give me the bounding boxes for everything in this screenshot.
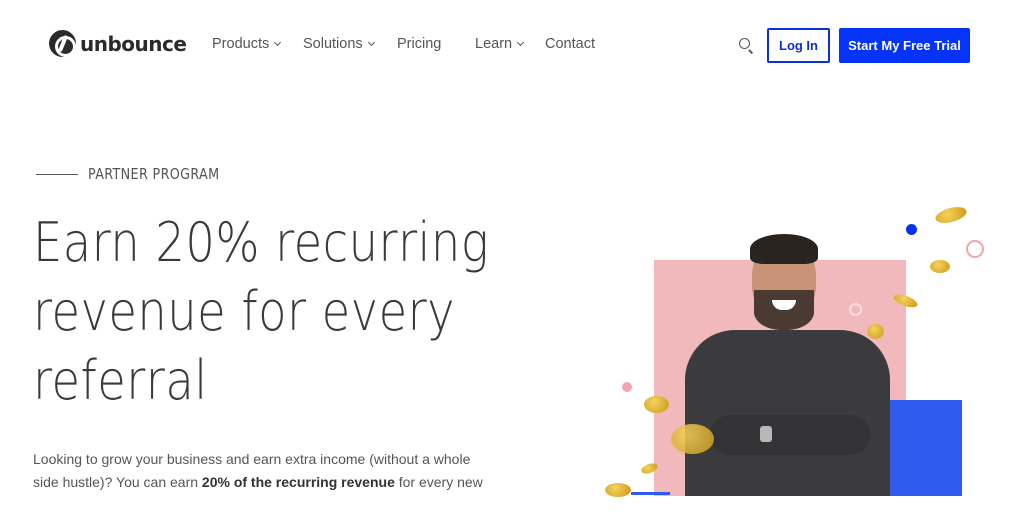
- person-hair: [750, 234, 818, 264]
- logo-text: unbounce: [80, 31, 187, 56]
- nav-learn[interactable]: Learn: [475, 36, 525, 52]
- pink-dot: [622, 382, 632, 392]
- site-header: unbounce Products Solutions Pricing Lear…: [0, 0, 1024, 92]
- chevron-down-icon: [517, 38, 525, 47]
- blue-dot: [906, 224, 917, 235]
- nav-contact[interactable]: Contact: [545, 36, 595, 52]
- description-bold: 20% of the recurring revenue: [201, 474, 395, 490]
- blue-accent-line: [631, 492, 670, 495]
- white-ring: [849, 303, 862, 316]
- person-arms: [710, 415, 870, 455]
- nav-label: Contact: [545, 36, 595, 52]
- person-beard: [754, 290, 814, 330]
- coin-icon: [605, 483, 631, 497]
- coin-icon: [671, 424, 714, 454]
- search-icon-ring: [739, 38, 750, 49]
- chevron-down-icon: [274, 38, 282, 47]
- hero-description: Looking to grow your business and earn e…: [33, 448, 493, 494]
- description-text-end: for every new: [394, 474, 483, 490]
- watch: [760, 426, 772, 442]
- headline-line: revenue for every: [33, 280, 456, 343]
- headline-line: referral: [33, 349, 208, 412]
- search-icon-handle: [748, 49, 754, 54]
- person-body: [685, 330, 890, 496]
- headline-line: Earn 20% recurring: [33, 211, 490, 274]
- start-free-trial-button[interactable]: Start My Free Trial: [839, 28, 970, 63]
- eyebrow-divider: [36, 173, 78, 175]
- eyebrow-text: PARTNER PROGRAM: [88, 165, 220, 183]
- coin-icon: [930, 260, 950, 273]
- hero-image: [600, 200, 1000, 500]
- chevron-down-icon: [367, 38, 375, 47]
- eyebrow: PARTNER PROGRAM: [36, 165, 243, 183]
- unbounce-logo[interactable]: unbounce: [49, 30, 187, 57]
- logo-mark-icon: [49, 30, 76, 57]
- nav-products[interactable]: Products: [212, 36, 282, 52]
- nav-label: Pricing: [397, 36, 442, 52]
- nav-pricing[interactable]: Pricing: [397, 36, 441, 52]
- coin-icon: [933, 204, 969, 226]
- hero-headline: Earn 20% recurring revenue for every ref…: [33, 208, 515, 415]
- nav-solutions[interactable]: Solutions: [303, 36, 375, 52]
- pink-ring: [966, 240, 984, 258]
- nav-label: Products: [212, 36, 270, 52]
- login-button[interactable]: Log In: [767, 28, 830, 63]
- search-icon[interactable]: [739, 38, 755, 54]
- coin-icon: [867, 324, 884, 339]
- nav-label: Solutions: [303, 36, 363, 52]
- coin-icon: [644, 396, 669, 413]
- nav-label: Learn: [475, 36, 513, 52]
